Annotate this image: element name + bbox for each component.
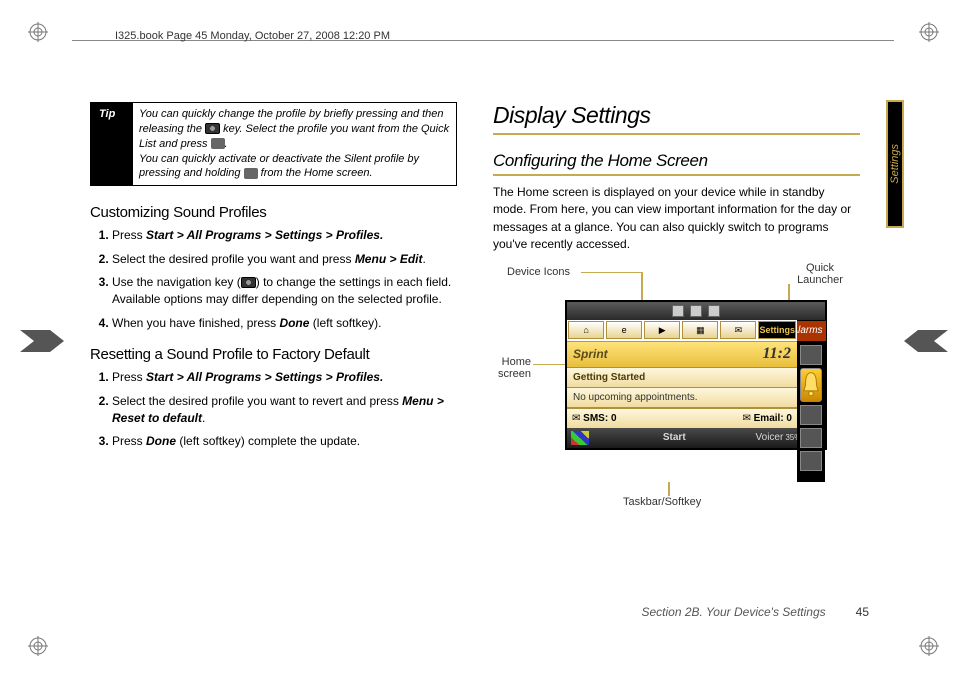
registration-mark-icon: [28, 22, 48, 42]
msg-icon: ✉: [720, 321, 756, 339]
step-1: Press Start > All Programs > Settings > …: [112, 227, 457, 244]
steps-resetting: Press Start > All Programs > Settings > …: [90, 369, 457, 451]
step-3: Use the navigation key () to change the …: [112, 274, 457, 309]
label-taskbar: Taskbar/Softkey: [623, 496, 701, 508]
registration-mark-icon: [919, 22, 939, 42]
ql-icon: [800, 428, 822, 448]
signal-icon: [672, 305, 684, 317]
ok-key-icon: [211, 138, 225, 149]
heading-customizing-sound: Customizing Sound Profiles: [90, 204, 457, 221]
getting-started-row: Getting Started: [567, 368, 797, 388]
heading-resetting-sound: Resetting a Sound Profile to Factory Def…: [90, 346, 457, 363]
rstep-2: Select the desired profile you want to r…: [112, 393, 457, 428]
folder-icon: ▦: [682, 321, 718, 339]
section-side-tab: Settings: [886, 100, 904, 228]
sms-email-row: ✉ SMS: 0 ✉ Email: 0: [567, 408, 797, 428]
step-4: When you have finished, press Done (left…: [112, 315, 457, 332]
start-flag-icon: [571, 431, 589, 445]
start-label: Start: [593, 432, 756, 443]
carrier-row: Sprint 11:2: [567, 342, 797, 368]
home-screen-figure: Device Icons Quick Launcher Home screen …: [493, 266, 860, 516]
ql-icon: [800, 345, 822, 365]
crop-arrow-icon: [904, 330, 948, 352]
book-header: I325.book Page 45 Monday, October 27, 20…: [115, 30, 390, 42]
ql-icon: [800, 405, 822, 425]
label-quick-launcher: Quick Launcher: [790, 262, 850, 286]
rstep-3: Press Done (left softkey) complete the u…: [112, 433, 457, 450]
home-icon: ⌂: [568, 321, 604, 339]
registration-mark-icon: [919, 636, 939, 656]
heading-configuring-home: Configuring the Home Screen: [493, 151, 860, 176]
right-column: Display Settings Configuring the Home Sc…: [493, 102, 860, 516]
power-key-icon: [205, 123, 220, 134]
page-footer: Section 2B. Your Device's Settings 45: [641, 605, 869, 619]
nav-key-icon: [241, 277, 256, 288]
left-column: Tip You can quickly change the profile b…: [90, 102, 457, 516]
media-icon: ▶: [644, 321, 680, 339]
phone-mockup: Alarms ⌂ e ▶ ▦ ✉ Settings Sprint 11:2 Ge…: [565, 300, 827, 450]
heading-display-settings: Display Settings: [493, 102, 860, 135]
clock-large: 11:2: [763, 345, 791, 363]
ie-icon: e: [606, 321, 642, 339]
tip-text: You can quickly change the profile by br…: [133, 103, 456, 185]
page-number: 45: [856, 605, 869, 619]
space-key-icon: [244, 168, 258, 179]
ev-icon: [690, 305, 702, 317]
quick-launcher-column: [797, 342, 825, 482]
voicemail-label: Voicer: [756, 432, 784, 443]
rstep-1: Press Start > All Programs > Settings > …: [112, 369, 457, 386]
tip-label: Tip: [91, 103, 133, 185]
icon-row: ⌂ e ▶ ▦ ✉ Settings: [567, 320, 797, 342]
phone-statusbar: [567, 302, 825, 320]
sync-icon: [708, 305, 720, 317]
carrier-name: Sprint: [573, 347, 608, 361]
settings-cell: Settings: [758, 321, 796, 339]
appointments-row: No upcoming appointments.: [567, 388, 797, 408]
ql-icon: [800, 451, 822, 471]
section-title: Section 2B. Your Device's Settings: [641, 605, 825, 619]
home-screen-description: The Home screen is displayed on your dev…: [493, 184, 860, 254]
step-2: Select the desired profile you want and …: [112, 251, 457, 268]
tip-box: Tip You can quickly change the profile b…: [90, 102, 457, 186]
registration-mark-icon: [28, 636, 48, 656]
steps-customizing: Press Start > All Programs > Settings > …: [90, 227, 457, 332]
bell-icon: [800, 368, 822, 402]
crop-arrow-icon: [20, 330, 64, 352]
label-home-screen: Home screen: [481, 356, 531, 380]
label-device-icons: Device Icons: [507, 266, 570, 278]
phone-taskbar: Start Voicer 35% 11:20: [567, 428, 825, 448]
